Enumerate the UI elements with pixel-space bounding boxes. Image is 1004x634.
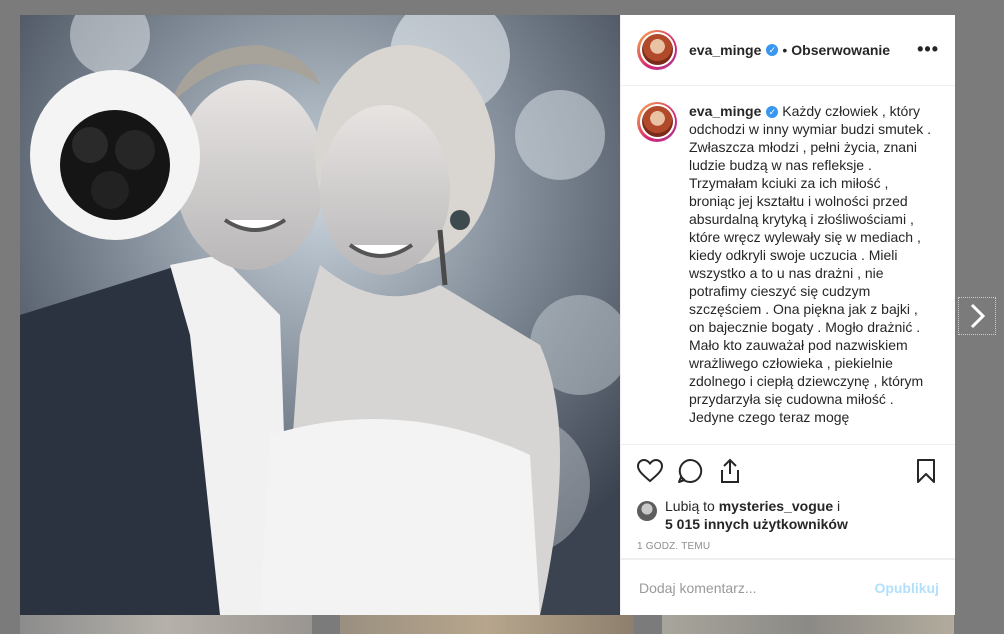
more-options-icon[interactable]: •••: [917, 39, 939, 60]
wedding-photo-illustration: [20, 15, 620, 615]
likes-prefix: Lubią to: [665, 498, 715, 515]
comment-icon[interactable]: [677, 458, 703, 484]
avatar[interactable]: [637, 101, 677, 142]
next-post-button[interactable]: [958, 297, 996, 335]
chevron-right-icon: [970, 303, 986, 329]
username-link[interactable]: eva_minge: [689, 42, 761, 58]
avatar[interactable]: [637, 29, 677, 70]
share-icon[interactable]: [717, 458, 743, 484]
background-thumbnail: [20, 614, 312, 634]
background-thumbnail: [340, 614, 634, 634]
verified-icon: ✓: [766, 106, 779, 119]
following-button[interactable]: Obserwowanie: [791, 42, 890, 58]
separator-dot: •: [782, 41, 788, 58]
heart-icon[interactable]: [637, 458, 663, 484]
post-header: eva_minge ✓ • Obserwowanie •••: [621, 15, 955, 86]
likes-summary: Lubią to mysteries_vogue i 5 015 innych …: [621, 497, 955, 533]
liker-username-link[interactable]: mysteries_vogue: [719, 498, 833, 514]
action-bar: [621, 445, 955, 497]
post-photo[interactable]: [20, 15, 620, 615]
caption-username-link[interactable]: eva_minge: [689, 103, 761, 119]
caption-text: Każdy człowiek , który odchodzi w inny w…: [689, 102, 931, 425]
avatar-image: [641, 34, 673, 66]
liker-avatar[interactable]: [637, 501, 657, 522]
post-details-panel: eva_minge ✓ • Obserwowanie ••• eva_minge…: [620, 15, 955, 615]
bookmark-icon[interactable]: [913, 458, 939, 484]
post-timestamp[interactable]: 1 godz. temu: [621, 533, 955, 560]
likes-conj: i: [837, 498, 841, 515]
avatar-image: [641, 106, 673, 138]
other-likers-link[interactable]: 5 015 innych użytkowników: [665, 516, 848, 532]
comment-input[interactable]: [637, 578, 875, 597]
post-modal: eva_minge ✓ • Obserwowanie ••• eva_minge…: [20, 15, 955, 615]
caption-scroll-area[interactable]: eva_minge ✓ Każdy człowiek , który odchod…: [621, 86, 955, 446]
comment-form: Opublikuj: [621, 559, 955, 615]
publish-button[interactable]: Opublikuj: [874, 580, 939, 596]
background-thumbnail: [662, 614, 954, 634]
verified-icon: ✓: [766, 43, 779, 56]
caption: eva_minge ✓ Każdy człowiek , który odchod…: [689, 102, 934, 444]
